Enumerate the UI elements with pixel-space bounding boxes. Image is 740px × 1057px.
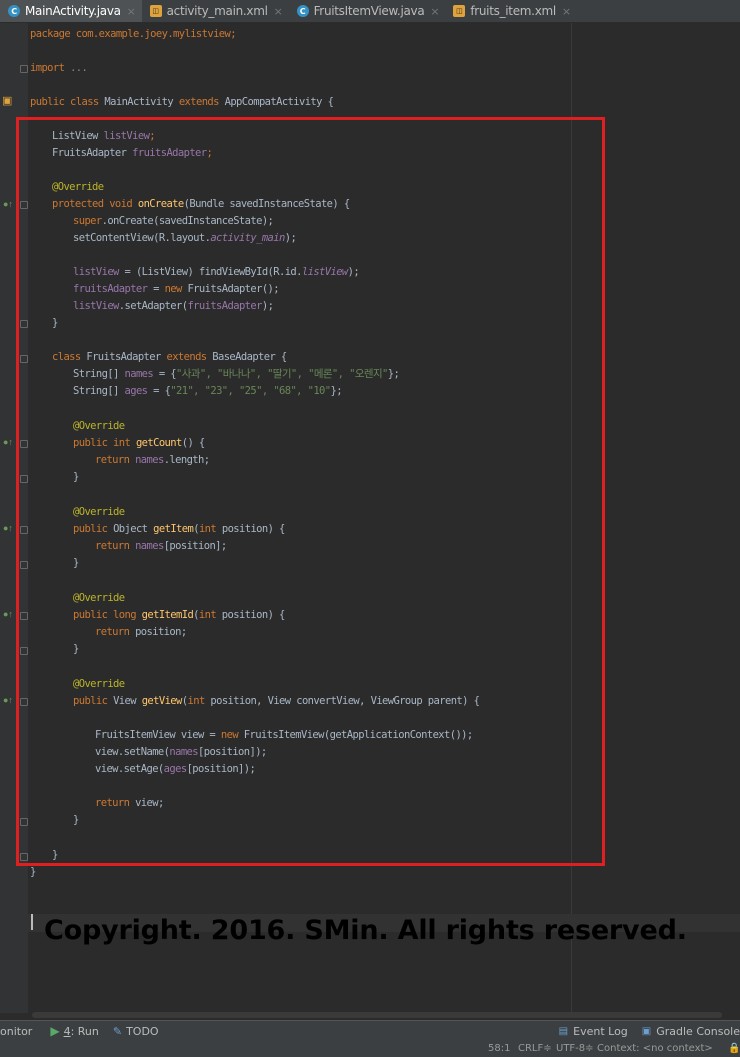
text-cursor bbox=[31, 914, 33, 930]
code-line: package com.example.joey.mylistview; bbox=[30, 26, 237, 43]
tab-fruitsitemview-java[interactable]: C FruitsItemView.java × bbox=[289, 0, 446, 22]
caret-position[interactable]: 58:1 bbox=[488, 1043, 510, 1054]
toolbar-label: TODO bbox=[126, 1024, 159, 1038]
code-token: extends bbox=[178, 96, 220, 108]
gradle-console-button[interactable]: ▣ Gradle Console bbox=[642, 1025, 740, 1038]
fold-toggle-icon[interactable] bbox=[20, 65, 28, 73]
file-encoding[interactable]: UTF-8≑ bbox=[556, 1043, 594, 1054]
tool-window-bar: onitor ▶ 4: Run ✎ TODO ▤ Event Log ▣ Gra… bbox=[0, 1020, 740, 1041]
run-button[interactable]: ▶ 4: Run bbox=[50, 1024, 99, 1038]
code-line: } bbox=[30, 864, 36, 881]
tab-fruits-item-xml[interactable]: ◫ fruits_item.xml × bbox=[445, 0, 577, 22]
tab-label: activity_main.xml bbox=[166, 4, 268, 18]
line-separator[interactable]: CRLF≑ bbox=[518, 1043, 552, 1054]
code-line: public class MainActivity extends AppCom… bbox=[30, 94, 334, 111]
code-token: public class bbox=[30, 96, 99, 108]
java-class-icon: C bbox=[8, 5, 20, 17]
tab-mainactivity-java[interactable]: C MainActivity.java × bbox=[0, 0, 142, 22]
toolbar-label: Gradle Console bbox=[656, 1024, 740, 1038]
run-icon: ▶ bbox=[50, 1024, 60, 1038]
close-icon[interactable]: × bbox=[274, 5, 283, 18]
tab-label: FruitsItemView.java bbox=[313, 4, 425, 18]
android-monitor-button[interactable]: onitor bbox=[0, 1025, 32, 1038]
gradle-console-icon: ▣ bbox=[641, 1025, 652, 1037]
override-method-icon[interactable]: ●↑ bbox=[3, 437, 17, 449]
tab-activity-main-xml[interactable]: ◫ activity_main.xml × bbox=[142, 0, 289, 22]
code-token: import bbox=[30, 62, 65, 74]
tab-label: fruits_item.xml bbox=[470, 4, 556, 18]
xml-layout-icon: ◫ bbox=[453, 5, 466, 17]
class-icon: ▣ bbox=[2, 95, 13, 107]
todo-button[interactable]: ✎ TODO bbox=[113, 1025, 159, 1038]
override-method-icon[interactable]: ●↑ bbox=[3, 695, 17, 707]
override-method-icon[interactable]: ●↑ bbox=[3, 609, 17, 621]
copyright-watermark: Copyright. 2016. SMin. All rights reserv… bbox=[44, 915, 687, 946]
toolbar-label: onitor bbox=[0, 1024, 33, 1038]
todo-icon: ✎ bbox=[112, 1024, 123, 1038]
lock-icon[interactable]: 🔒 bbox=[728, 1043, 740, 1054]
code-line: import ... bbox=[30, 60, 88, 77]
code-token: } bbox=[30, 866, 36, 878]
horizontal-scrollbar[interactable] bbox=[32, 1012, 722, 1018]
status-bar: 58:1 CRLF≑ UTF-8≑ Context: <no context> … bbox=[0, 1041, 740, 1057]
code-token: MainActivity bbox=[104, 96, 174, 108]
java-class-icon: C bbox=[296, 5, 309, 17]
code-token: AppCompatActivity { bbox=[224, 96, 334, 108]
code-token: package com.example.joey.mylistview; bbox=[30, 28, 237, 40]
override-method-icon[interactable]: ●↑ bbox=[3, 199, 17, 211]
close-icon[interactable]: × bbox=[430, 5, 439, 18]
event-log-button[interactable]: ▤ Event Log bbox=[559, 1025, 628, 1038]
override-method-icon[interactable]: ●↑ bbox=[3, 523, 17, 535]
xml-layout-icon: ◫ bbox=[149, 5, 162, 17]
folded-imports[interactable]: ... bbox=[70, 62, 88, 74]
context-indicator[interactable]: Context: <no context> bbox=[597, 1043, 713, 1054]
close-icon[interactable]: × bbox=[127, 5, 136, 18]
close-icon[interactable]: × bbox=[562, 5, 571, 18]
toolbar-label: 4 bbox=[63, 1024, 71, 1038]
toolbar-label: : Run bbox=[70, 1024, 99, 1038]
highlight-box bbox=[16, 117, 605, 866]
tab-label: MainActivity.java bbox=[25, 4, 121, 18]
toolbar-label: Event Log bbox=[573, 1024, 628, 1038]
editor-tab-bar: C MainActivity.java × ◫ activity_main.xm… bbox=[0, 0, 740, 23]
event-log-icon: ▤ bbox=[558, 1025, 569, 1037]
